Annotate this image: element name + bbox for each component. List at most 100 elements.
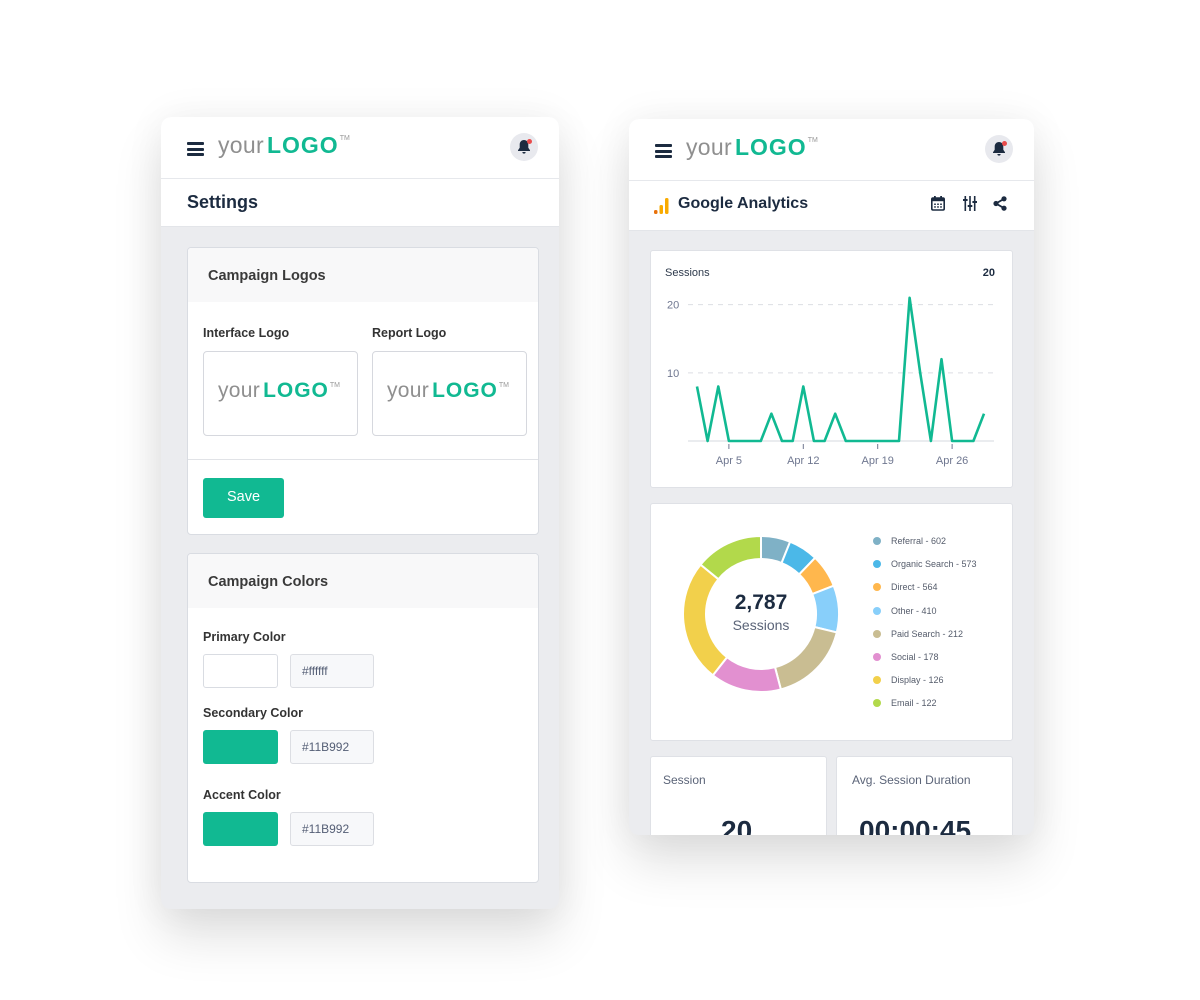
card-divider [188,459,538,460]
logo-your-text: your [387,379,430,402]
secondary-color-swatch[interactable] [203,730,278,764]
y-tick-label: 20 [667,300,679,312]
legend-label: Other - 410 [891,605,937,616]
hamburger-menu-icon[interactable] [187,142,204,156]
logo-tm: TM [329,382,341,389]
report-logo-upload[interactable]: your LOGOTM [372,351,527,436]
legend-label: Display - 126 [891,675,944,686]
donut-total: 2,787 [734,591,788,614]
interface-logo-label: Interface Logo [203,326,290,340]
logo-brand-text: LOGO [734,134,807,160]
legend-label: Organic Search - 573 [891,559,977,570]
logo-brand-text: LOGO [266,132,339,158]
interface-logo-preview: your LOGOTM [218,379,340,403]
google-analytics-icon [654,198,669,214]
report-title: Google Analytics [678,195,809,212]
logo-your-text: your [218,379,261,402]
report-logo-label: Report Logo [372,326,447,340]
legend-item[interactable]: Display - 126 [873,675,977,698]
legend-dot-icon [873,676,881,685]
donut-slice-other[interactable] [810,584,840,634]
logo-tm: TM [339,135,350,142]
metric-card-session: Session 20 [650,756,827,835]
legend-dot-icon [873,699,881,708]
sliders-icon [963,196,977,211]
legend-dot-icon [873,537,881,545]
x-tick-label: Apr 5 [716,455,742,467]
date-range-button[interactable] [931,196,945,216]
brand-logo: your LOGOTM [686,134,818,161]
save-button[interactable]: Save [203,478,284,518]
legend-label: Paid Search - 212 [891,628,964,639]
legend-item[interactable]: Paid Search - 212 [873,629,977,652]
top-bar: your LOGOTM [161,117,559,179]
settings-screen: your LOGOTM Settings Campaign Logos Inter… [161,117,559,909]
legend-label: Social - 178 [891,651,939,662]
metric-title: Avg. Session Duration [852,773,971,787]
logo-your-text: your [218,132,264,158]
accent-color-label: Accent Color [203,788,281,802]
legend-label: Direct - 564 [891,582,938,593]
primary-color-label: Primary Color [203,630,286,644]
legend-dot-icon [873,629,881,638]
hamburger-menu-icon[interactable] [655,144,672,158]
legend-item[interactable]: Social - 178 [873,652,977,675]
campaign-colors-title: Campaign Colors [188,554,538,608]
logo-tm: TM [807,137,818,144]
notifications-button[interactable] [985,135,1013,163]
page-header: Settings [161,179,559,227]
notifications-button[interactable] [510,133,538,161]
legend-label: Email - 122 [891,698,937,709]
campaign-logos-card: Campaign Logos Interface Logo Report Log… [187,247,539,535]
x-tick-label: Apr 26 [936,455,968,467]
legend-item[interactable]: Organic Search - 573 [873,559,977,582]
interface-logo-upload[interactable]: your LOGOTM [203,351,358,436]
logo-your-text: your [686,134,732,160]
accent-color-swatch[interactable] [203,812,278,846]
campaign-colors-card: Campaign Colors Primary Color #ffffff Se… [187,553,539,883]
sessions-chart-card: Sessions 20 10 20 Apr 5 Apr 12 Apr 19 Apr 26 [650,250,1013,488]
report-header: Google Analytics [629,181,1034,231]
x-tick-label: Apr 12 [787,455,819,467]
primary-color-input[interactable]: #ffffff [290,654,374,688]
share-icon [993,196,1007,211]
logo-brand-text: LOGO [263,379,329,402]
brand-logo: your LOGOTM [218,132,350,159]
accent-color-input[interactable]: #11B992 [290,812,374,846]
x-tick-label: Apr 19 [861,455,893,467]
report-logo-preview: your LOGOTM [387,379,509,403]
legend-dot-icon [873,606,881,615]
share-button[interactable] [993,196,1007,216]
sessions-series-line [695,296,986,443]
metric-value: 00:00:45 [859,815,972,835]
donut-total-label: Sessions [732,617,790,633]
analytics-screen: your LOGOTM Google Analytics Sessions 20… [629,119,1034,835]
legend-dot-icon [873,583,881,592]
legend-item[interactable]: Email - 122 [873,698,977,721]
metric-title: Session [663,773,706,787]
donut-slice-email[interactable] [699,534,762,581]
campaign-logos-title: Campaign Logos [188,248,538,302]
legend-item[interactable]: Other - 410 [873,606,977,629]
legend-label: Referral - 602 [891,536,947,546]
donut-legend: Referral - 602 Organic Search - 573 Direct… [873,536,977,722]
metric-card-avg-session-duration: Avg. Session Duration 00:00:45 [836,756,1013,835]
primary-color-swatch[interactable] [203,654,278,688]
traffic-sources-card: 2,787 Sessions Referral - 602 Organic Sea… [650,503,1013,741]
notification-badge [1002,141,1007,146]
donut-center: 2,787 Sessions [711,591,811,633]
logo-tm: TM [498,382,510,389]
calendar-icon [931,196,945,211]
donut-slice-paid-search[interactable] [773,625,838,691]
secondary-color-input[interactable]: #11B992 [290,730,374,764]
logo-brand-text: LOGO [432,379,498,402]
sessions-line-chart: 10 20 Apr 5 Apr 12 Apr 19 Apr 26 [667,296,994,467]
top-bar: your LOGOTM [629,119,1034,181]
legend-item[interactable]: Referral - 602 [873,536,977,559]
secondary-color-label: Secondary Color [203,706,304,720]
y-tick-label: 10 [667,368,679,380]
page-title: Settings [187,192,259,212]
legend-item[interactable]: Direct - 564 [873,582,977,605]
legend-dot-icon [873,652,881,661]
filter-button[interactable] [963,196,977,216]
